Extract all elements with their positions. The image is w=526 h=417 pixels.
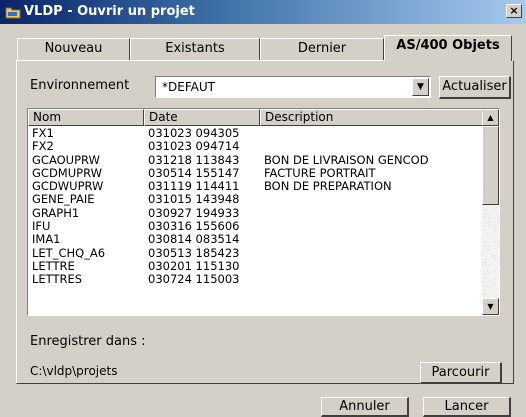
cell-nom: LET_CHQ_A6 (32, 245, 106, 260)
cell-description: BON DE PREPARATION (264, 179, 392, 194)
cell-nom: GENE_PAIE (32, 192, 95, 207)
window-title: VLDP - Ouvrir un projet (24, 4, 195, 19)
cell-nom: FX1 (32, 126, 54, 140)
refresh-button[interactable]: Actualiser (439, 76, 511, 99)
folder-icon (5, 4, 21, 20)
dropdown-arrow-icon[interactable]: ▼ (412, 78, 429, 96)
list-item[interactable]: GCDWUPRW 031119 114411 BON DE PREPARATION (28, 180, 484, 193)
list-item[interactable]: GCAOUPRW 031218 113843 BON DE LIVRAISON GE… (28, 152, 484, 167)
list-rows: FX1 031023 094305 FX2 031023 094714 GCAOUPRW… (28, 127, 484, 287)
tab-nouveau[interactable]: Nouveau (17, 38, 130, 60)
cell-nom: FX2 (32, 139, 54, 154)
cell-nom: LETTRES (32, 272, 83, 287)
tab-as400-objets[interactable]: AS/400 Objets (384, 35, 512, 61)
cell-date: 031015 143948 (148, 192, 240, 207)
cell-nom: GCAOUPRW (32, 152, 100, 167)
list-item[interactable]: FX1 031023 094305 (28, 127, 484, 140)
list-item[interactable]: LET_CHQ_A6 030513 185423 (28, 245, 484, 260)
list-item[interactable]: LETTRES 030724 115003 (28, 273, 484, 286)
down-arrow-icon[interactable]: ▼ (482, 298, 499, 315)
cell-date: 030514 155147 (148, 165, 240, 180)
browse-button[interactable]: Parcourir (420, 362, 502, 384)
object-list[interactable]: Nom Date Description FX1 031023 094305 FX2… (27, 108, 500, 316)
cancel-button[interactable]: Annuler (321, 397, 409, 417)
cell-description: FACTURE PORTRAIT (264, 165, 376, 180)
cell-nom: IFU (32, 219, 51, 234)
list-item[interactable]: GRAPH1 030927 194933 (28, 205, 484, 220)
list-item[interactable]: FX2 031023 094714 (28, 140, 484, 153)
cell-date: 031218 113843 (148, 152, 240, 167)
cell-date: 031023 094305 (148, 126, 240, 140)
list-item[interactable]: LETTRE 030201 115130 (28, 258, 484, 273)
cell-nom: GRAPH1 (32, 205, 80, 220)
cell-date: 030316 155606 (148, 219, 240, 234)
cell-nom: GCDMUPRW (32, 165, 102, 180)
up-arrow-icon[interactable]: ▲ (482, 109, 499, 126)
close-button[interactable]: × (506, 4, 522, 18)
cell-nom: IMA1 (32, 232, 61, 247)
cell-nom: GCDWUPRW (32, 179, 104, 194)
tab-dernier[interactable]: Dernier (260, 38, 384, 60)
list-header: Nom Date Description (28, 109, 485, 126)
list-item[interactable]: GENE_PAIE 031015 143948 (28, 193, 484, 206)
list-item[interactable]: GCDMUPRW 030514 155147 FACTURE PORTRAIT (28, 165, 484, 180)
environment-label: Environnement (30, 78, 130, 93)
list-item[interactable]: IFU 030316 155606 (28, 220, 484, 233)
cell-nom: LETTRE (32, 258, 75, 273)
cell-date: 030724 115003 (148, 272, 240, 287)
cell-date: 031119 114411 (148, 179, 240, 194)
tab-existants[interactable]: Existants (130, 38, 260, 60)
scrollbar-thumb[interactable] (482, 126, 499, 205)
vertical-scrollbar[interactable]: ▲ ▼ (482, 109, 499, 315)
environment-select[interactable]: *DEFAUT ▼ (155, 76, 431, 98)
title-bar: VLDP - Ouvrir un projet × (0, 0, 526, 24)
cell-date: 030201 115130 (148, 258, 240, 273)
save-path: C:\vldp\projets (30, 364, 118, 378)
column-header-date[interactable]: Date (144, 109, 260, 126)
cell-date: 030814 083514 (148, 232, 240, 247)
column-header-nom[interactable]: Nom (28, 109, 144, 126)
cell-date: 031023 094714 (148, 139, 240, 154)
cell-description: BON DE LIVRAISON GENCOD (264, 152, 429, 167)
cell-date: 030927 194933 (148, 205, 240, 220)
list-item[interactable]: IMA1 030814 083514 (28, 233, 484, 246)
launch-button[interactable]: Lancer (423, 397, 511, 417)
column-header-description[interactable]: Description (260, 109, 485, 126)
cell-date: 030513 185423 (148, 245, 240, 260)
save-in-label: Enregistrer dans : (30, 334, 146, 349)
environment-value: *DEFAUT (162, 80, 215, 94)
